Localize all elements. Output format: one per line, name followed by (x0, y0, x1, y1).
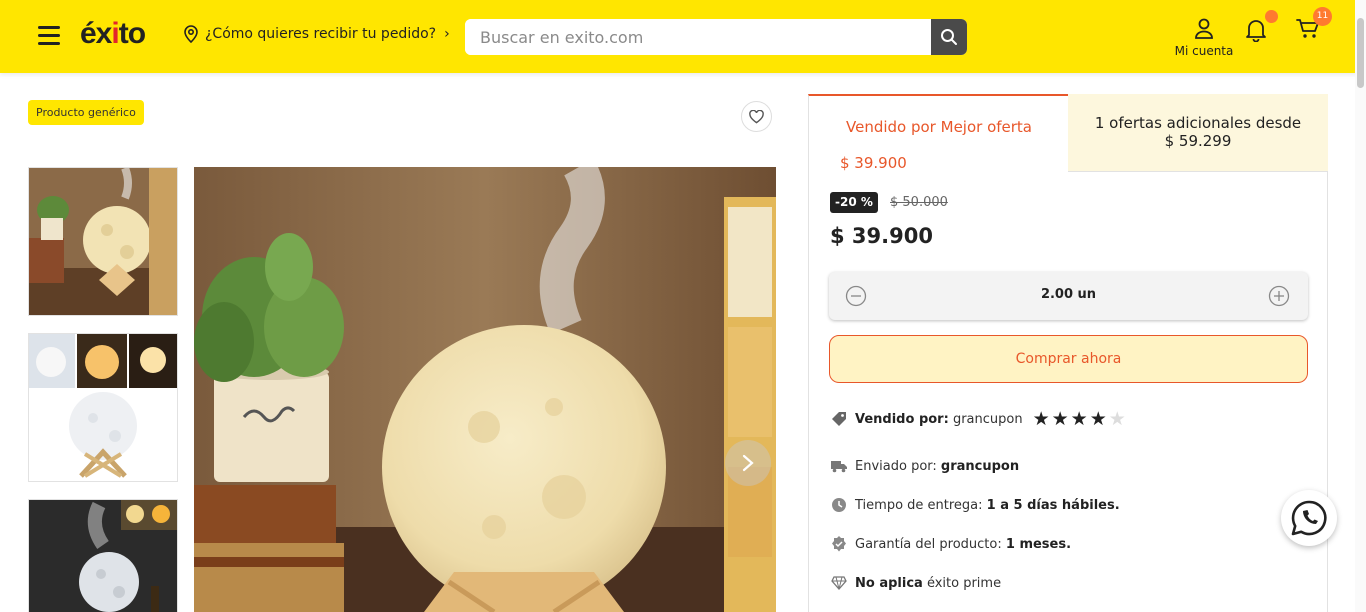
sold-by-row: Vendido por: grancupon ★ ★ ★ ★ ★ (831, 408, 1128, 430)
tag-icon (831, 411, 847, 427)
plus-icon[interactable] (1268, 285, 1290, 307)
seller-rating: ★ ★ ★ ★ ★ (1032, 408, 1128, 430)
quantity-value[interactable]: 2.00 un (829, 287, 1308, 302)
delivery-location-selector[interactable]: ¿Cómo quieres recibir tu pedido? › (183, 25, 450, 43)
cart-count-badge: 11 (1313, 7, 1332, 26)
thumbnail-1[interactable] (28, 167, 178, 316)
main-product-image[interactable] (194, 167, 776, 612)
chevron-right-icon: › (444, 26, 450, 42)
prime-label: éxito prime (926, 575, 1002, 591)
moon-lamp-main-image (194, 167, 776, 612)
heart-icon (749, 109, 764, 123)
next-image-button[interactable] (725, 440, 771, 486)
search-icon (941, 29, 957, 45)
warranty-row: Garantía del producto: 1 meses. (831, 536, 1071, 552)
search-input[interactable] (465, 19, 931, 55)
truck-icon (831, 458, 847, 474)
scrollbar-thumb[interactable] (1357, 18, 1364, 88)
buy-now-button[interactable]: Comprar ahora (829, 335, 1308, 383)
delivery-label: Tiempo de entrega: (855, 497, 983, 513)
tab-seller-offer[interactable]: Vendido por Mejor oferta $ 39.900 (808, 94, 1068, 172)
shipped-by-label: Enviado por: (855, 458, 937, 474)
hamburger-menu-icon[interactable] (38, 26, 60, 46)
whatsapp-icon (1291, 500, 1327, 536)
top-header: éxito ¿Cómo quieres recibir tu pedido? ›… (0, 0, 1366, 73)
favorite-button[interactable] (741, 101, 772, 132)
prime-status: No aplica (855, 575, 923, 591)
moon-lamp-variants-thumbnail-image (29, 334, 177, 481)
shipped-by-row: Enviado por: grancupon (831, 458, 1019, 474)
account-label: Mi cuenta (1174, 44, 1234, 58)
notification-dot (1265, 10, 1278, 23)
bell-icon (1246, 20, 1266, 43)
page-scrollbar[interactable] (1355, 0, 1366, 612)
star-icon: ★ (1051, 408, 1069, 430)
old-price: $ 50.000 (890, 195, 948, 210)
delivery-value: 1 a 5 días hábiles. (986, 497, 1120, 513)
cart-button[interactable]: 11 (1296, 7, 1332, 44)
sold-by-label: Vendido por: (855, 411, 949, 427)
prime-row: No aplica éxito prime (831, 575, 1001, 591)
discount-badge: -20 % (830, 192, 878, 213)
star-icon: ★ (1089, 408, 1107, 430)
warranty-value: 1 meses. (1005, 536, 1072, 552)
chevron-right-icon (742, 454, 754, 472)
user-icon (1195, 18, 1213, 39)
search-bar (465, 19, 967, 55)
tab-additional-offers[interactable]: 1 ofertas adicionales desde $ 59.299 (1068, 94, 1328, 172)
moon-lamp-thumbnail-image (29, 168, 177, 315)
star-icon: ★ (1070, 408, 1088, 430)
thumbnail-3[interactable] (28, 499, 178, 612)
sold-by-seller[interactable]: grancupon (953, 412, 1023, 427)
purchase-panel: -20 % $ 50.000 $ 39.900 2.00 un Comprar … (808, 172, 1328, 612)
warranty-badge-icon (831, 536, 847, 552)
warranty-label: Garantía del producto: (855, 536, 1002, 552)
moon-lamp-mist-thumbnail-image (29, 500, 177, 612)
tab-seller-label: Vendido por Mejor oferta (846, 118, 1032, 136)
search-button[interactable] (931, 19, 967, 55)
tab-additional-label: 1 ofertas adicionales desde $ 59.299 (1094, 114, 1302, 150)
tab-seller-price: $ 39.900 (840, 154, 907, 172)
exito-logo[interactable]: éxito (80, 17, 146, 51)
diamond-icon (831, 575, 847, 591)
offer-tabs: Vendido por Mejor oferta $ 39.900 1 ofer… (808, 94, 1328, 172)
quantity-stepper: 2.00 un (829, 272, 1308, 320)
location-label: ¿Cómo quieres recibir tu pedido? (205, 26, 437, 42)
thumbnail-2[interactable] (28, 333, 178, 482)
current-price: $ 39.900 (830, 224, 933, 248)
star-icon: ★ (1108, 408, 1126, 430)
star-icon: ★ (1032, 408, 1050, 430)
generic-product-tag: Producto genérico (28, 100, 144, 125)
shipped-by-seller: grancupon (940, 458, 1020, 474)
location-pin-icon (184, 25, 198, 43)
clock-icon (831, 497, 847, 513)
notifications-button[interactable] (1245, 10, 1278, 46)
whatsapp-chat-button[interactable] (1281, 490, 1337, 546)
account-button[interactable]: Mi cuenta (1172, 18, 1236, 58)
delivery-time-row: Tiempo de entrega: 1 a 5 días hábiles. (831, 497, 1120, 513)
